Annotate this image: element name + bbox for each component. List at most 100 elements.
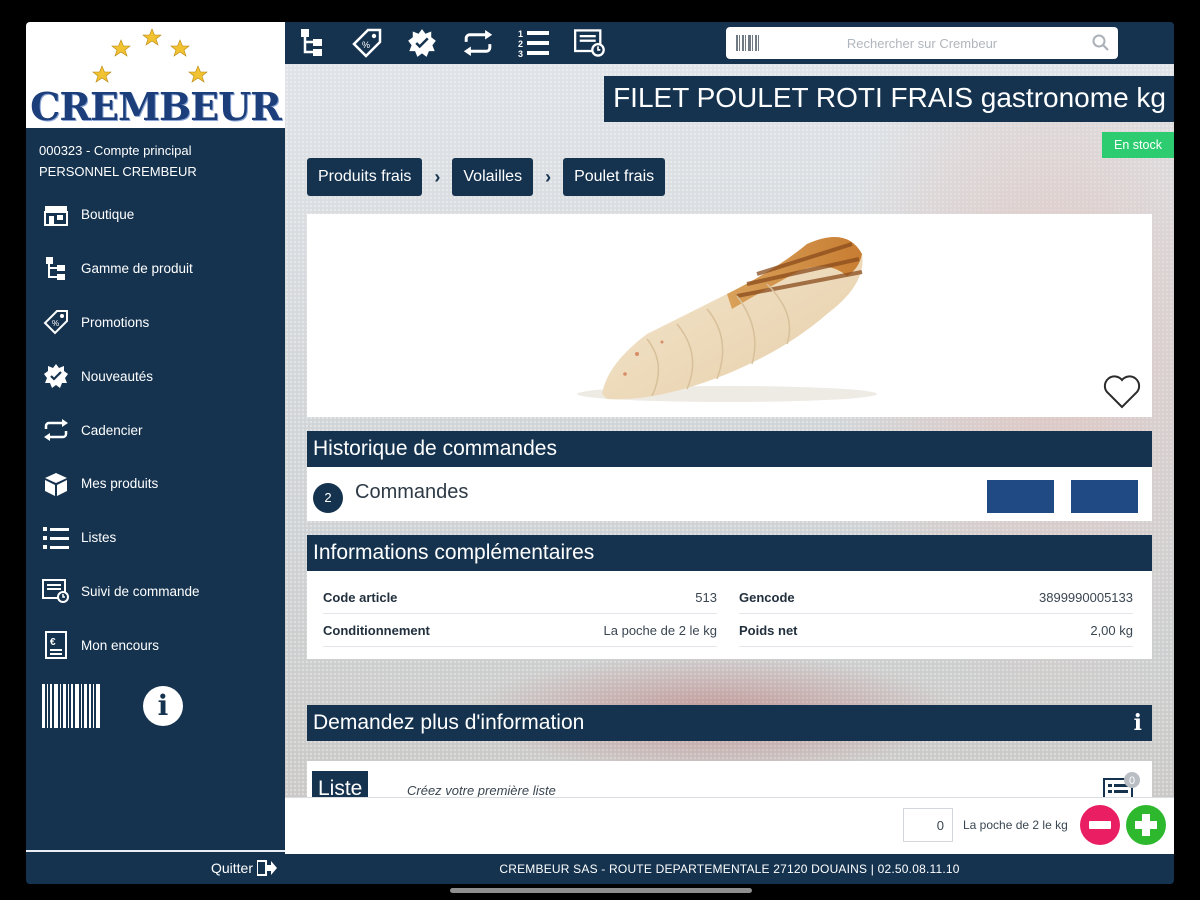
minus-icon: [1089, 821, 1111, 829]
hierarchy-icon: [42, 255, 70, 283]
quit-label: Quitter: [210, 860, 253, 876]
search-input[interactable]: Rechercher sur Crembeur: [726, 36, 1118, 51]
plus-icon: [1135, 814, 1157, 836]
info-key: Conditionnement: [323, 623, 430, 638]
account-user: PERSONNEL CREMBEUR: [39, 164, 197, 179]
info-icon[interactable]: i: [143, 686, 183, 726]
svg-text:€: €: [50, 637, 56, 648]
brand-name: CREMBEUR: [30, 84, 282, 129]
sidebar-item-mes-produits[interactable]: Mes produits: [26, 457, 285, 511]
repeat-icon: [42, 416, 70, 444]
svg-text:%: %: [362, 40, 370, 50]
order-tracking-icon[interactable]: [573, 26, 607, 60]
sidebar-item-label: Suivi de commande: [81, 583, 200, 599]
svg-text:3: 3: [518, 49, 523, 58]
breadcrumb-poulet-frais[interactable]: Poulet frais: [563, 158, 666, 196]
quit-button[interactable]: Quitter: [211, 860, 277, 876]
chevron-right-icon: ›: [434, 166, 441, 187]
chevron-right-icon: ›: [545, 166, 552, 187]
search-box[interactable]: Rechercher sur Crembeur: [726, 27, 1118, 59]
search-icon[interactable]: [1092, 34, 1110, 52]
breadcrumb-produits-frais[interactable]: Produits frais: [307, 158, 423, 196]
sidebar-nav: Boutique Gamme de produit % Promotions N…: [26, 188, 285, 672]
sidebar-item-gamme[interactable]: Gamme de produit: [26, 242, 285, 296]
request-info-heading[interactable]: Demandez plus d'information i: [307, 705, 1152, 741]
sidebar-item-label: Promotions: [81, 314, 150, 330]
svg-text:1: 1: [518, 29, 523, 39]
svg-text:2: 2: [518, 39, 523, 49]
request-info-label: Demandez plus d'information: [313, 711, 585, 734]
info-value: 3899990005133: [1039, 590, 1133, 605]
quantity-bar: La poche de 2 le kg: [285, 797, 1174, 854]
new-badge-icon[interactable]: [405, 26, 439, 60]
new-badge-icon: [42, 362, 70, 390]
info-heading: Informations complémentaires: [307, 535, 1152, 571]
sidebar-item-label: Mes produits: [81, 476, 159, 492]
promo-tag-icon[interactable]: %: [350, 26, 384, 60]
list-count-badge: 0: [1129, 775, 1135, 787]
list-icon: [42, 524, 70, 552]
quantity-input[interactable]: [903, 808, 953, 842]
sidebar-item-label: Mon encours: [81, 637, 160, 653]
account-info: 000323 - Compte principal PERSONNEL CREM…: [39, 140, 197, 182]
logout-icon: [257, 860, 277, 876]
repeat-icon[interactable]: [461, 26, 495, 60]
info-key: Gencode: [739, 590, 795, 605]
breadcrumb: Produits frais › Volailles › Poulet frai…: [307, 158, 666, 196]
quantity-unit: La poche de 2 le kg: [963, 818, 1068, 832]
sidebar-item-label: Gamme de produit: [81, 261, 193, 277]
sidebar-item-nouveautes[interactable]: Nouveautés: [26, 349, 285, 403]
order-tracking-icon: [42, 577, 70, 605]
info-key: Poids net: [739, 623, 798, 638]
app-window: CREMBEUR 000323 - Compte principal PERSO…: [26, 22, 1174, 884]
sidebar-item-promotions[interactable]: % Promotions: [26, 296, 285, 350]
stars-logo-icon: [92, 28, 208, 83]
sidebar-item-suivi-commande[interactable]: Suivi de commande: [26, 565, 285, 619]
info-value: 513: [695, 590, 717, 605]
barcode-scanner-icon[interactable]: [42, 684, 102, 728]
sidebar-item-label: Boutique: [81, 207, 135, 223]
sidebar-item-label: Listes: [81, 530, 117, 546]
product-image: [307, 214, 1152, 417]
decrease-quantity-button[interactable]: [1080, 805, 1120, 845]
sidebar-item-boutique[interactable]: Boutique: [26, 188, 285, 242]
shop-icon: [42, 201, 70, 229]
page-title: FILET POULET ROTI FRAIS gastronome kg: [604, 76, 1174, 122]
increase-quantity-button[interactable]: [1126, 805, 1166, 845]
sidebar: CREMBEUR 000323 - Compte principal PERSO…: [26, 22, 285, 884]
favorite-heart-icon[interactable]: [1102, 373, 1142, 409]
sidebar-item-label: Cadencier: [81, 422, 143, 438]
stock-status-badge: En stock: [1102, 132, 1174, 158]
sliced-chicken-image: [577, 236, 877, 402]
order-history-row[interactable]: 2 Commandes: [307, 467, 1152, 521]
promo-tag-icon: %: [42, 308, 70, 336]
orders-label: Commandes: [355, 481, 469, 503]
info-icon[interactable]: i: [1134, 705, 1142, 741]
footer: CREMBEUR SAS - ROUTE DEPARTEMENTALE 2712…: [285, 854, 1174, 884]
info-row: Gencode 3899990005133: [739, 581, 1133, 614]
info-key: Code article: [323, 590, 398, 605]
breadcrumb-volailles[interactable]: Volailles: [452, 158, 534, 196]
account-statement-icon: €: [42, 631, 70, 660]
info-row: Poids net 2,00 kg: [739, 614, 1133, 647]
hierarchy-icon[interactable]: [295, 26, 329, 60]
order-history-button-2[interactable]: [1071, 480, 1138, 513]
sidebar-item-cadencier[interactable]: Cadencier: [26, 403, 285, 457]
numbered-list-icon[interactable]: 123: [517, 26, 551, 60]
crembeur-logo[interactable]: CREMBEUR: [26, 22, 285, 129]
order-history-heading: Historique de commandes: [307, 431, 1152, 467]
divider: [26, 850, 285, 852]
sidebar-item-mon-encours[interactable]: € Mon encours: [26, 618, 285, 672]
home-indicator[interactable]: [450, 888, 752, 893]
sidebar-item-label: Nouveautés: [81, 368, 154, 384]
sidebar-item-listes[interactable]: Listes: [26, 511, 285, 565]
info-row: Code article 513: [323, 581, 717, 614]
product-info-table: Code article 513 Gencode 3899990005133 C…: [307, 571, 1152, 659]
box-icon: [42, 470, 70, 498]
svg-text:%: %: [52, 319, 59, 328]
order-history-button-1[interactable]: [987, 480, 1054, 513]
create-list-link[interactable]: Créez votre première liste: [407, 783, 556, 798]
info-value: 2,00 kg: [1090, 623, 1133, 638]
orders-count-badge: 2: [313, 483, 343, 513]
info-value: La poche de 2 le kg: [603, 623, 717, 638]
